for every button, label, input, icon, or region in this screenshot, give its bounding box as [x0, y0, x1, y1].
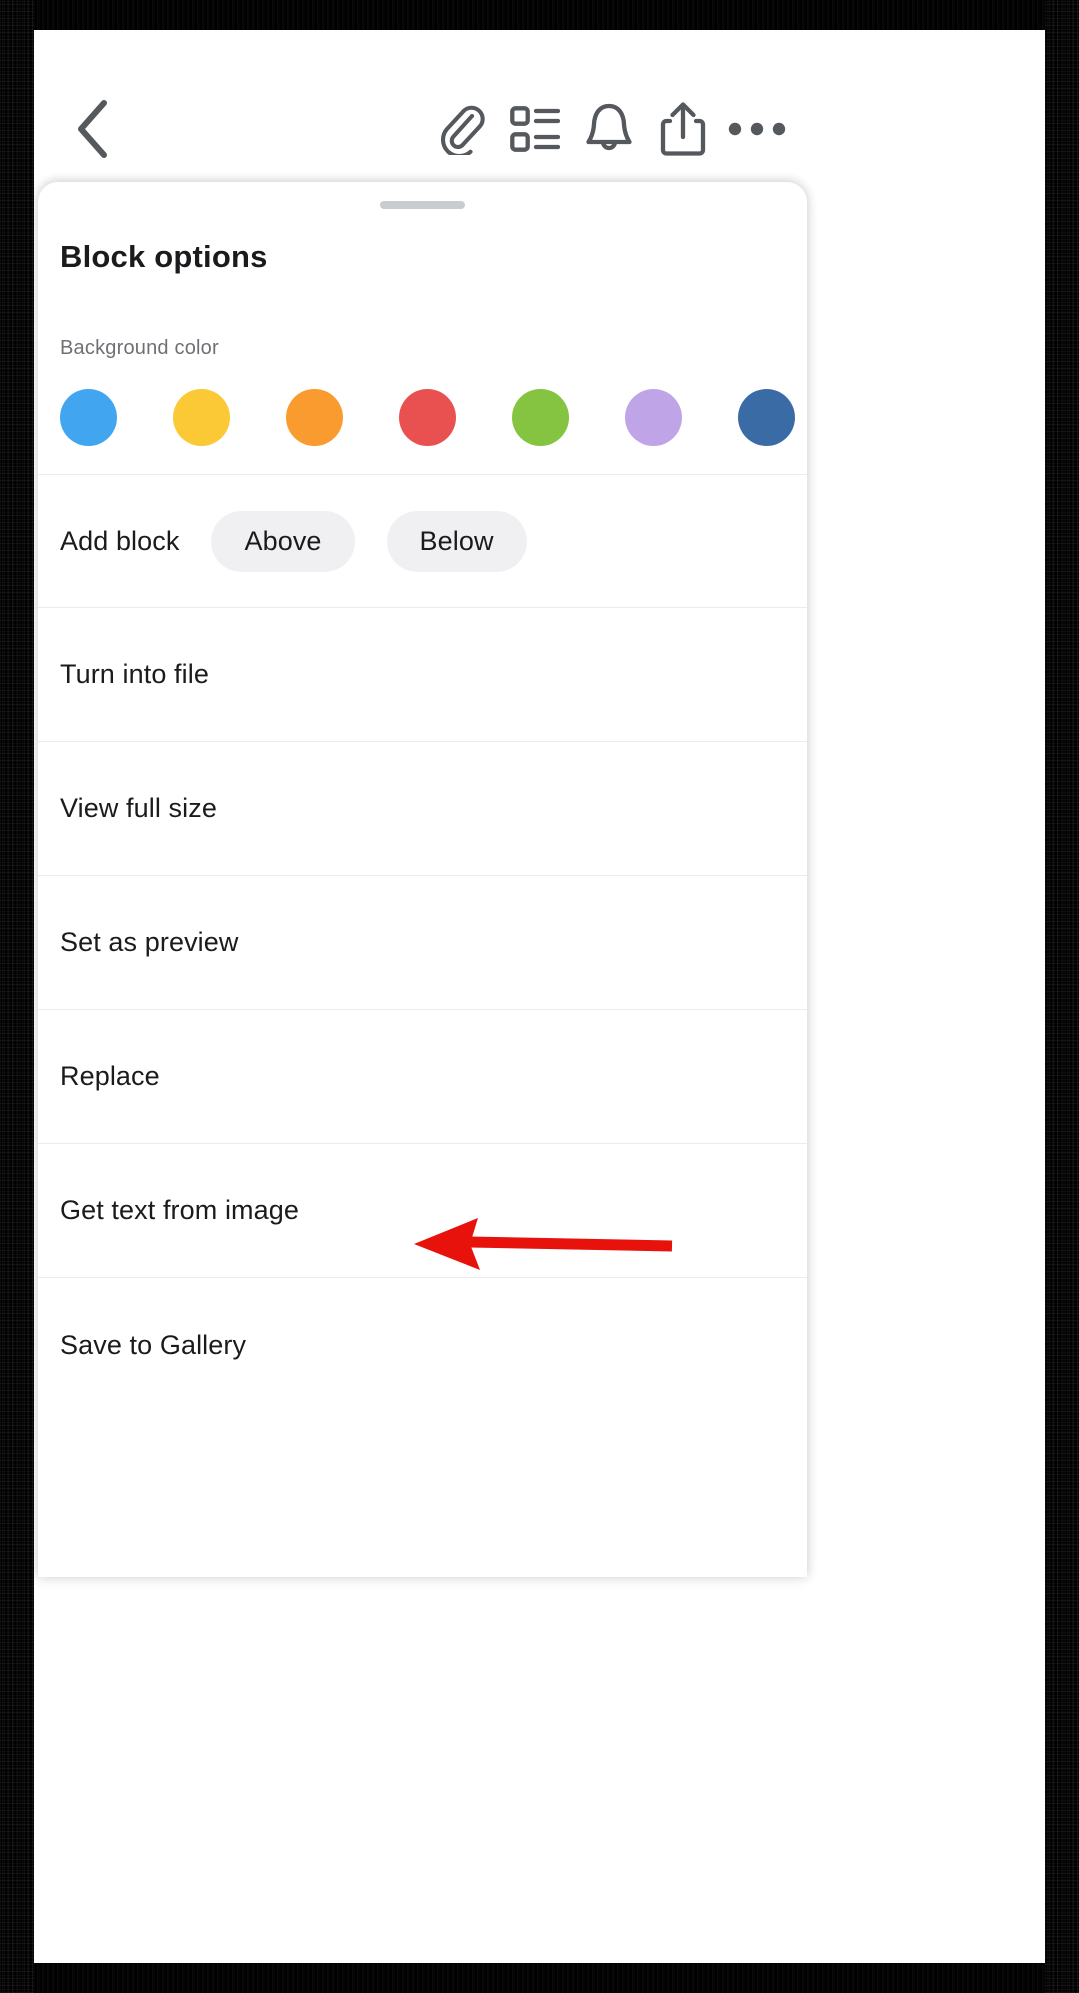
- phone-screen: Block options Background color Add block…: [34, 30, 1045, 1963]
- menu-item-turn-into-file[interactable]: Turn into file: [38, 608, 807, 742]
- menu-item-get-text-from-image[interactable]: Get text from image: [38, 1144, 807, 1278]
- menu-item-label: Replace: [60, 1061, 160, 1091]
- top-toolbar: [38, 78, 816, 180]
- list-icon: [510, 106, 560, 152]
- paperclip-icon: [437, 103, 485, 155]
- add-block-above-button[interactable]: Above: [211, 510, 355, 572]
- menu-item-label: Get text from image: [60, 1195, 299, 1225]
- block-options-sheet: Block options Background color Add block…: [38, 182, 807, 1577]
- menu-item-label: Turn into file: [60, 659, 209, 689]
- color-swatch-dark-blue[interactable]: [738, 389, 795, 446]
- share-icon: [660, 101, 706, 157]
- color-swatch-red[interactable]: [399, 389, 456, 446]
- color-swatch-row[interactable]: [60, 389, 807, 446]
- background-color-section: Background color: [38, 275, 807, 475]
- menu-item-label: Save to Gallery: [60, 1329, 247, 1360]
- color-swatch-yellow[interactable]: [173, 389, 230, 446]
- menu-item-label: View full size: [60, 793, 217, 823]
- ellipsis-icon: [728, 121, 786, 137]
- back-button[interactable]: [56, 92, 130, 166]
- more-button[interactable]: [720, 92, 794, 166]
- frame-noise-right: [1045, 0, 1079, 1993]
- color-swatch-blue[interactable]: [60, 389, 117, 446]
- attachment-button[interactable]: [424, 92, 498, 166]
- screenshot-frame: Block options Background color Add block…: [0, 0, 1079, 1993]
- menu-item-label: Set as preview: [60, 927, 239, 957]
- color-swatch-green[interactable]: [512, 389, 569, 446]
- bell-icon: [584, 102, 634, 156]
- background-color-label: Background color: [60, 337, 219, 359]
- menu-item-replace[interactable]: Replace: [38, 1010, 807, 1144]
- sheet-drag-handle[interactable]: [380, 201, 465, 209]
- add-block-label: Add block: [60, 525, 180, 556]
- add-block-below-button[interactable]: Below: [386, 510, 527, 572]
- menu-item-set-as-preview[interactable]: Set as preview: [38, 876, 807, 1010]
- share-button[interactable]: [646, 92, 720, 166]
- chevron-left-icon: [73, 98, 113, 160]
- color-swatch-purple[interactable]: [625, 389, 682, 446]
- list-view-button[interactable]: [498, 92, 572, 166]
- frame-noise-left: [0, 0, 34, 1993]
- sheet-title: Block options: [60, 239, 268, 274]
- add-block-row: Add block Above Below: [38, 475, 807, 608]
- color-swatch-orange[interactable]: [286, 389, 343, 446]
- notifications-button[interactable]: [572, 92, 646, 166]
- menu-item-save-to-gallery[interactable]: Save to Gallery: [38, 1278, 807, 1412]
- menu-item-view-full-size[interactable]: View full size: [38, 742, 807, 876]
